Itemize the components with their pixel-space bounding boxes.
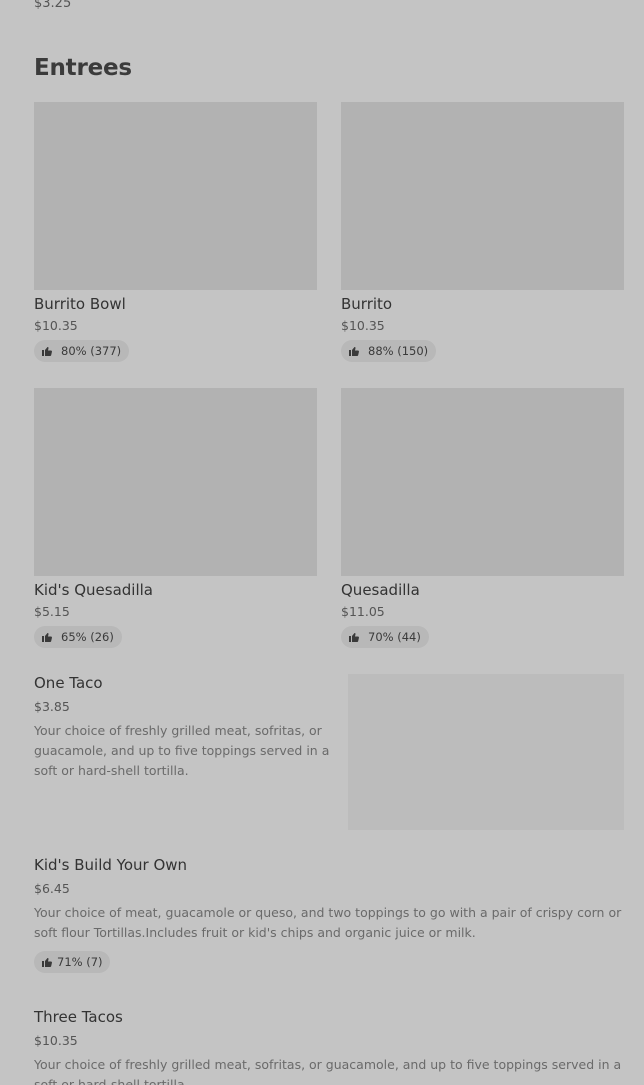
item-price: $6.45 (34, 881, 70, 896)
section-title: Entrees (34, 55, 132, 81)
rating-badge: 71% (7) (34, 951, 110, 973)
menu-list-item[interactable]: Kid's Build Your Own $6.45 Your choice o… (34, 856, 624, 973)
item-price: $3.85 (34, 699, 70, 714)
item-description: Your choice of freshly grilled meat, sof… (34, 1057, 622, 1085)
rating-badge: 80% (377) (34, 340, 130, 362)
menu-card[interactable]: Burrito $10.35 88% (150) (341, 102, 624, 362)
item-name: Kid's Quesadilla (34, 581, 153, 599)
rating-badge: 70% (44) (341, 626, 429, 648)
thumbs-up-icon (41, 956, 53, 968)
rating-text: 80% (377) (61, 344, 122, 358)
rating-badge: 88% (150) (341, 340, 437, 362)
item-price: $10.35 (34, 318, 78, 333)
item-name: One Taco (34, 674, 103, 692)
thumbs-up-icon (41, 345, 53, 357)
rating-text: 88% (150) (368, 344, 429, 358)
item-image[interactable] (34, 102, 317, 290)
thumbs-up-icon (41, 631, 53, 643)
rating-text: 70% (44) (368, 630, 421, 644)
item-name: Kid's Build Your Own (34, 856, 188, 874)
item-image[interactable] (348, 674, 624, 830)
menu-card[interactable]: Burrito Bowl $10.35 80% (377) (34, 102, 317, 362)
item-description: Your choice of meat, guacamole or queso,… (34, 905, 622, 940)
thumbs-up-icon (348, 345, 360, 357)
previous-item-price: $3.25 (34, 0, 72, 11)
menu-card[interactable]: Quesadilla $11.05 70% (44) (341, 388, 624, 648)
menu-list-item[interactable]: Three Tacos $10.35 Your choice of freshl… (34, 1008, 624, 1085)
item-name: Burrito Bowl (34, 295, 126, 313)
item-price: $10.35 (341, 318, 385, 333)
item-name: Three Tacos (34, 1008, 123, 1026)
menu-list-item[interactable]: One Taco $3.85 Your choice of freshly gr… (34, 674, 334, 781)
item-price: $10.35 (34, 1033, 78, 1048)
rating-text: 71% (7) (57, 955, 103, 969)
item-image[interactable] (34, 388, 317, 576)
item-image[interactable] (341, 102, 624, 290)
item-price: $5.15 (34, 604, 70, 619)
item-image[interactable] (341, 388, 624, 576)
menu-page: $3.25 Entrees Burrito Bowl $10.35 80% (3… (0, 0, 644, 1085)
thumbs-up-icon (348, 631, 360, 643)
item-name: Quesadilla (341, 581, 420, 599)
item-description: Your choice of freshly grilled meat, sof… (34, 723, 330, 778)
rating-text: 65% (26) (61, 630, 114, 644)
item-name: Burrito (341, 295, 393, 313)
rating-badge: 65% (26) (34, 626, 122, 648)
item-price: $11.05 (341, 604, 385, 619)
menu-card[interactable]: Kid's Quesadilla $5.15 65% (26) (34, 388, 317, 648)
